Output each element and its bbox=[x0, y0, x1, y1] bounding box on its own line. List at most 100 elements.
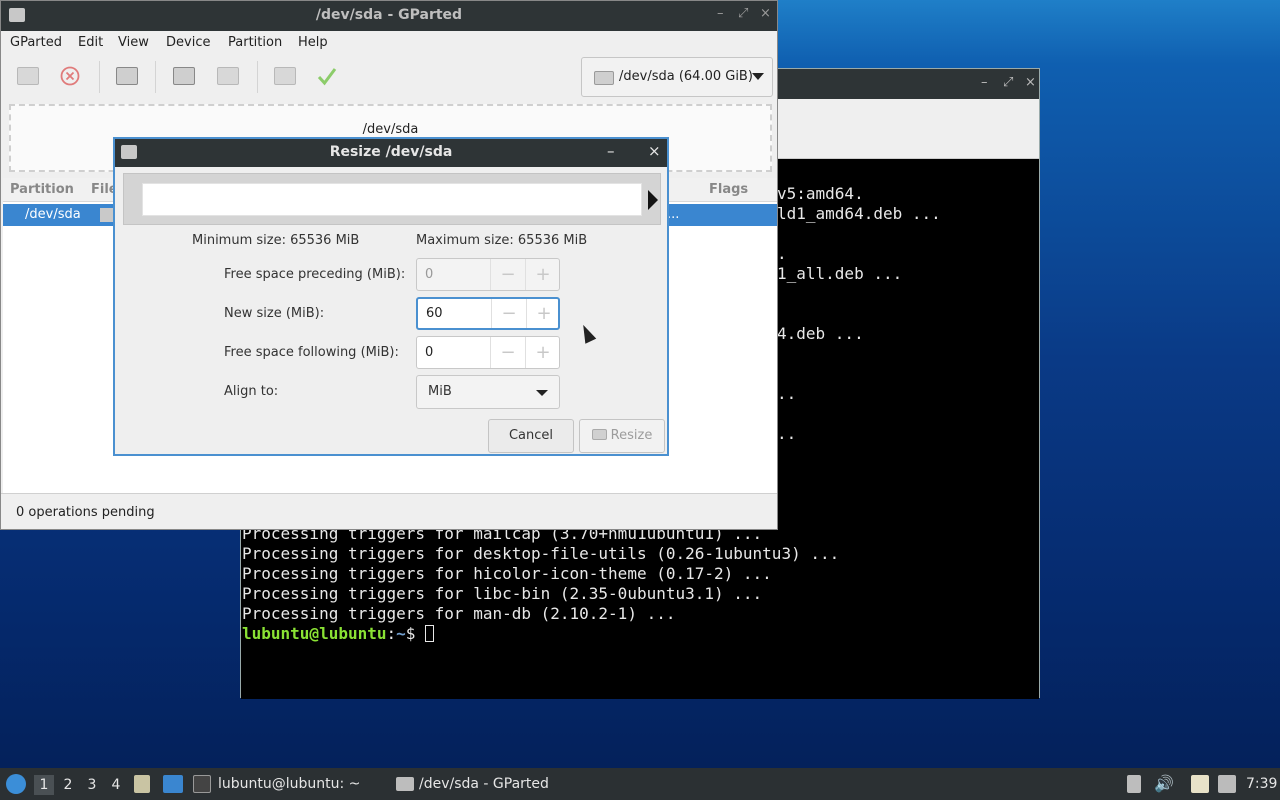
terminal-line: .. bbox=[777, 424, 797, 443]
chevron-down-icon bbox=[752, 73, 764, 80]
network-icon[interactable] bbox=[1218, 775, 1236, 793]
clipboard-icon[interactable] bbox=[1127, 775, 1141, 793]
align-to-value: MiB bbox=[428, 384, 452, 399]
window-title: /dev/sda - GParted bbox=[315, 7, 463, 23]
dialog-title: Resize /dev/sda bbox=[329, 144, 453, 160]
close-icon[interactable]: × bbox=[1025, 75, 1036, 90]
terminal-line: ld1_amd64.deb ... bbox=[777, 204, 941, 223]
minus-icon[interactable]: − bbox=[490, 259, 525, 290]
toolbar-separator bbox=[99, 61, 100, 93]
partition-bar[interactable] bbox=[142, 183, 642, 216]
resize-handle-icon[interactable] bbox=[648, 190, 658, 210]
toolbar-separator bbox=[155, 61, 156, 93]
menu-partition[interactable]: Partition bbox=[228, 35, 282, 50]
workspace-4[interactable]: 4 bbox=[106, 775, 126, 795]
terminal-line: 1_all.deb ... bbox=[777, 264, 903, 283]
terminal-line: 4.deb ... bbox=[777, 324, 864, 343]
delete-icon[interactable] bbox=[59, 65, 81, 87]
free-space-following-label: Free space following (MiB): bbox=[224, 345, 399, 360]
partition-resizer[interactable] bbox=[123, 173, 661, 225]
terminal-line: Processing triggers for man-db (2.10.2-1… bbox=[242, 604, 676, 623]
resize-move-icon[interactable] bbox=[116, 67, 138, 85]
gparted-titlebar[interactable]: /dev/sda - GParted – ⤢ × bbox=[1, 1, 777, 31]
free-space-preceding-stepper[interactable]: − + bbox=[416, 258, 560, 291]
free-space-preceding-input[interactable] bbox=[417, 259, 489, 290]
free-space-preceding-label: Free space preceding (MiB): bbox=[224, 267, 406, 282]
paste-icon[interactable] bbox=[217, 67, 239, 85]
chevron-down-icon bbox=[536, 390, 548, 396]
terminal-prompt[interactable]: lubuntu@lubuntu:~$ bbox=[242, 624, 435, 644]
resize-button-label: Resize bbox=[610, 428, 653, 443]
taskbar-gparted-task[interactable]: /dev/sda - GParted bbox=[419, 776, 549, 792]
terminal-line: .. bbox=[777, 384, 797, 403]
close-icon[interactable]: × bbox=[648, 142, 661, 160]
menu-gparted[interactable]: GParted bbox=[10, 35, 62, 50]
workspace-2[interactable]: 2 bbox=[58, 775, 78, 795]
new-size-input[interactable] bbox=[418, 299, 490, 328]
filesystem-color-swatch bbox=[100, 208, 114, 222]
new-size-label: New size (MiB): bbox=[224, 306, 325, 321]
minimum-size-label: Minimum size: 65536 MiB bbox=[192, 233, 360, 248]
terminal-line: v5:amd64. bbox=[777, 184, 864, 203]
workspace-3[interactable]: 3 bbox=[82, 775, 102, 795]
terminal-line: . bbox=[777, 244, 787, 263]
clock[interactable]: 7:39 bbox=[1246, 776, 1277, 792]
gparted-app-icon bbox=[396, 777, 414, 791]
menu-help[interactable]: Help bbox=[298, 35, 328, 50]
resize-button[interactable]: Resize bbox=[579, 419, 665, 453]
terminal-icon bbox=[193, 775, 211, 793]
free-space-following-stepper[interactable]: − + bbox=[416, 336, 560, 369]
show-desktop-icon[interactable] bbox=[163, 775, 183, 793]
row-partition: /dev/sda bbox=[25, 207, 81, 222]
resize-dialog[interactable]: Resize /dev/sda – × Minimum size: 65536 … bbox=[113, 137, 669, 456]
undo-icon[interactable] bbox=[274, 67, 296, 85]
column-flags[interactable]: Flags bbox=[709, 182, 748, 197]
taskbar-terminal-task[interactable]: lubuntu@lubuntu: ~ bbox=[218, 776, 360, 792]
menu-device[interactable]: Device bbox=[166, 35, 210, 50]
terminal-line: Processing triggers for libc-bin (2.35-0… bbox=[242, 584, 763, 603]
new-size-stepper[interactable]: − + bbox=[416, 297, 560, 330]
device-selector-label: /dev/sda (64.00 GiB) bbox=[619, 69, 753, 84]
menubar: GParted Edit View Device Partition Help bbox=[1, 31, 777, 55]
free-space-following-input[interactable] bbox=[417, 337, 489, 368]
status-bar: 0 operations pending bbox=[1, 493, 777, 529]
minimize-icon[interactable]: – bbox=[607, 142, 615, 160]
apply-checkmark-icon[interactable] bbox=[316, 65, 338, 87]
new-partition-icon[interactable] bbox=[17, 67, 39, 85]
main-menu-icon[interactable] bbox=[6, 774, 26, 794]
resize-icon bbox=[591, 429, 607, 440]
disk-icon bbox=[594, 71, 614, 85]
minimize-icon[interactable]: – bbox=[717, 6, 724, 21]
menu-edit[interactable]: Edit bbox=[78, 35, 103, 50]
dialog-titlebar[interactable]: Resize /dev/sda – × bbox=[115, 139, 667, 167]
align-to-select[interactable]: MiB bbox=[416, 375, 560, 409]
file-manager-icon[interactable] bbox=[134, 775, 150, 793]
terminal-line: Processing triggers for desktop-file-uti… bbox=[242, 544, 840, 563]
column-partition[interactable]: Partition bbox=[10, 182, 74, 197]
close-icon[interactable]: × bbox=[760, 6, 771, 21]
partition-graph-label: /dev/sda bbox=[362, 122, 419, 137]
notes-icon[interactable] bbox=[1191, 775, 1209, 793]
prompt-path: ~ bbox=[396, 624, 406, 643]
menu-view[interactable]: View bbox=[118, 35, 149, 50]
terminal-cursor bbox=[425, 625, 435, 642]
minus-icon[interactable]: − bbox=[490, 337, 525, 368]
copy-icon[interactable] bbox=[173, 67, 195, 85]
prompt-separator: : bbox=[386, 624, 397, 643]
align-to-label: Align to: bbox=[224, 384, 279, 399]
plus-icon[interactable]: + bbox=[525, 259, 560, 290]
maximum-size-label: Maximum size: 65536 MiB bbox=[416, 233, 588, 248]
device-selector[interactable]: /dev/sda (64.00 GiB) bbox=[581, 57, 773, 97]
plus-icon[interactable]: + bbox=[525, 337, 560, 368]
minus-icon[interactable]: − bbox=[491, 299, 526, 328]
maximize-icon[interactable]: ⤢ bbox=[1003, 75, 1013, 90]
terminal-line: Processing triggers for hicolor-icon-the… bbox=[242, 564, 772, 583]
minimize-icon[interactable]: – bbox=[981, 75, 988, 90]
maximize-icon[interactable]: ⤢ bbox=[738, 6, 748, 21]
volume-icon[interactable]: 🔊 bbox=[1154, 774, 1174, 793]
workspace-1[interactable]: 1 bbox=[34, 775, 54, 795]
plus-icon[interactable]: + bbox=[526, 299, 561, 328]
cancel-button[interactable]: Cancel bbox=[488, 419, 574, 453]
taskbar: 1 2 3 4 lubuntu@lubuntu: ~ /dev/sda - GP… bbox=[0, 768, 1280, 800]
prompt-symbol: $ bbox=[405, 624, 426, 643]
